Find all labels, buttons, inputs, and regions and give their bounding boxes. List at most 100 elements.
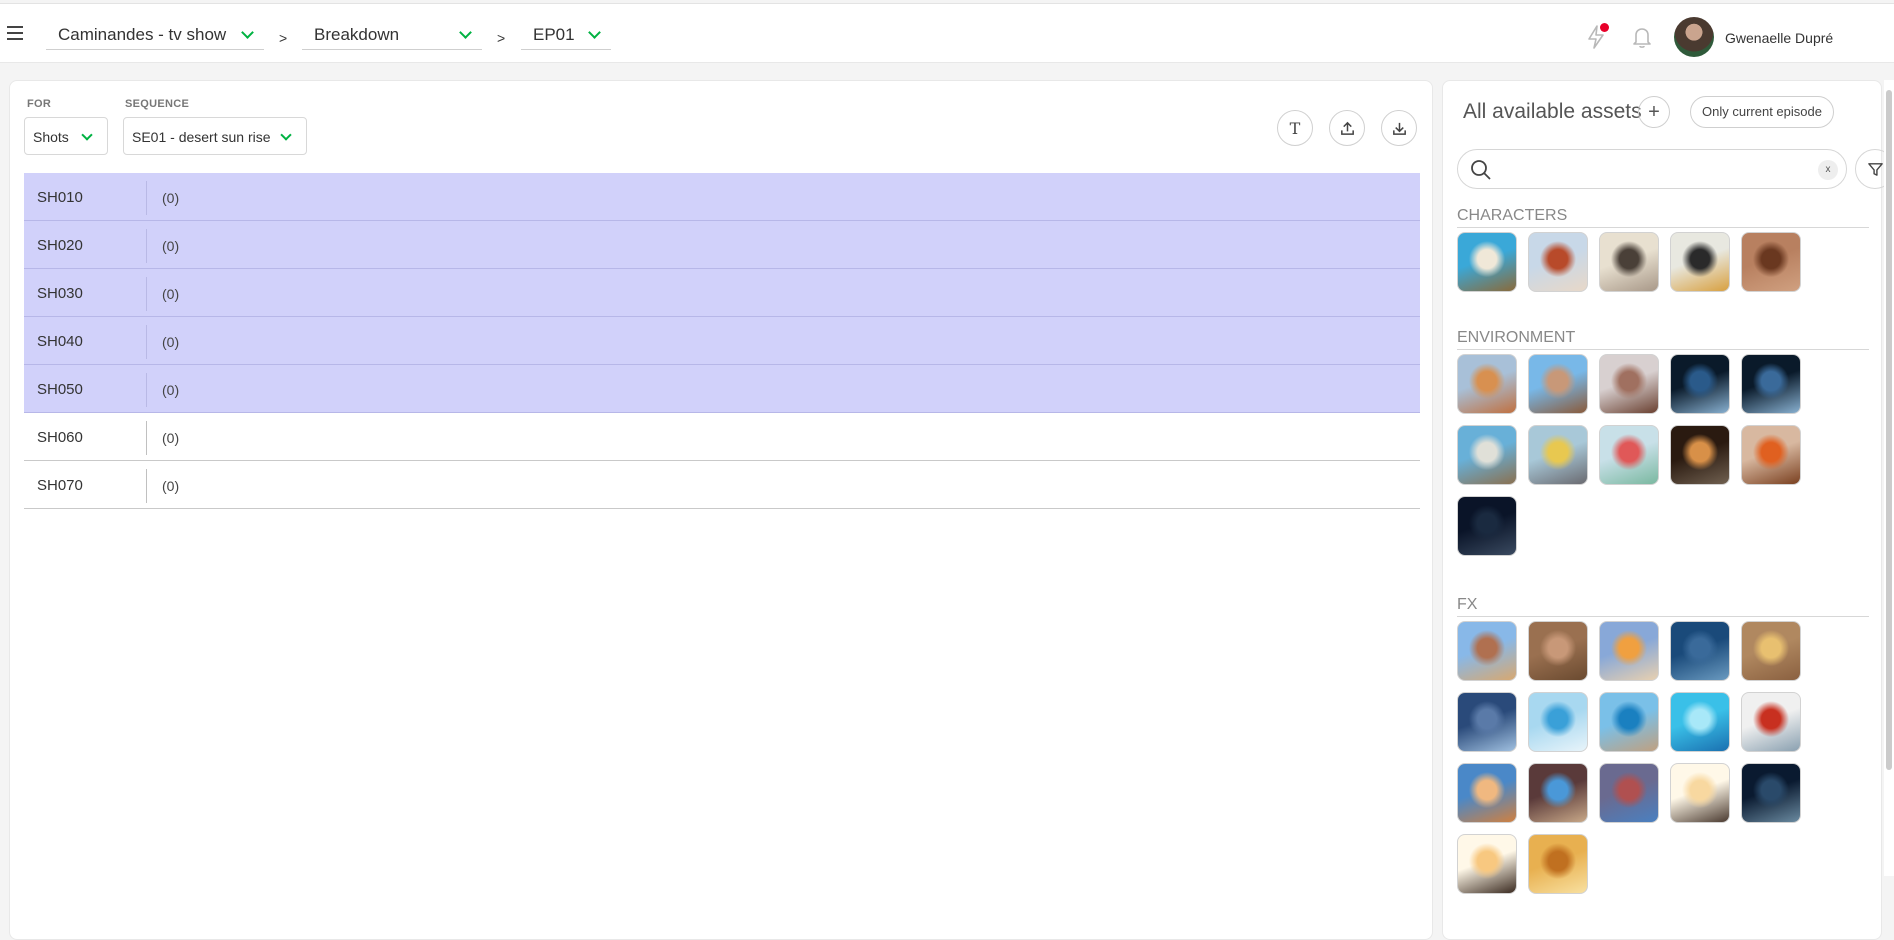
chevron-down-icon (588, 26, 601, 39)
shot-row[interactable]: SH030 (0) (24, 269, 1420, 317)
shot-row[interactable]: SH070 (0) (24, 461, 1420, 509)
assets-panel: All available assets + Only current epis… (1442, 80, 1894, 940)
production-name: Caminandes - tv show (58, 25, 227, 44)
column-divider (146, 277, 147, 311)
asset-thumbnail[interactable] (1599, 354, 1659, 414)
breakdown-panel: FOR Shots SEQUENCE SE01 - desert sun ris… (9, 80, 1433, 940)
shot-row[interactable]: SH010 (0) (24, 173, 1420, 221)
only-current-episode-toggle[interactable]: Only current episode (1690, 96, 1834, 128)
asset-thumbnail[interactable] (1670, 692, 1730, 752)
column-divider (146, 421, 147, 455)
asset-thumbnail[interactable] (1457, 496, 1517, 556)
sequence-value: SE01 - desert sun rise (132, 129, 271, 145)
chevron-down-icon (241, 26, 254, 39)
asset-thumbnail[interactable] (1599, 621, 1659, 681)
section-selector[interactable]: Breakdown (302, 18, 482, 50)
asset-thumbnail[interactable] (1599, 763, 1659, 823)
assets-title: All available assets (1463, 100, 1642, 123)
asset-thumbnail[interactable] (1741, 354, 1801, 414)
asset-thumbnail[interactable] (1457, 354, 1517, 414)
shot-row[interactable]: SH040 (0) (24, 317, 1420, 365)
text-mode-button[interactable]: T (1277, 110, 1313, 146)
asset-thumbnail[interactable] (1741, 763, 1801, 823)
avatar[interactable] (1674, 17, 1714, 57)
asset-thumbnail[interactable] (1457, 834, 1517, 894)
asset-count: (0) (162, 478, 180, 494)
asset-thumbnail[interactable] (1528, 834, 1588, 894)
menu-icon[interactable] (7, 26, 23, 40)
asset-thumbnail[interactable] (1670, 354, 1730, 414)
shot-row[interactable]: SH050 (0) (24, 365, 1420, 413)
column-divider (146, 325, 147, 359)
shot-name: SH050 (37, 381, 83, 398)
asset-thumbnail[interactable] (1528, 232, 1588, 292)
asset-thumbnail[interactable] (1528, 621, 1588, 681)
asset-thumbnail[interactable] (1457, 621, 1517, 681)
asset-thumbnail[interactable] (1599, 425, 1659, 485)
shot-name: SH060 (37, 429, 83, 446)
chevron-down-icon (459, 26, 472, 39)
shot-row[interactable]: SH060 (0) (24, 413, 1420, 461)
column-divider (146, 469, 147, 503)
scrollbar[interactable] (1884, 80, 1894, 876)
episode-name: EP01 (533, 25, 575, 44)
shot-row[interactable]: SH020 (0) (24, 221, 1420, 269)
section-name: Breakdown (314, 25, 400, 44)
for-label: FOR (27, 98, 52, 110)
upload-icon (1340, 121, 1354, 135)
text-icon: T (1289, 118, 1301, 138)
asset-thumbnail[interactable] (1528, 763, 1588, 823)
shot-name: SH020 (37, 237, 83, 254)
breadcrumb-separator: > (497, 30, 506, 46)
asset-count: (0) (162, 430, 180, 446)
top-bar: Caminandes - tv show > Breakdown > EP01 … (0, 3, 1894, 63)
notification-dot (1600, 23, 1609, 32)
upload-button[interactable] (1329, 110, 1365, 146)
asset-thumbnail[interactable] (1457, 692, 1517, 752)
shot-name: SH010 (37, 189, 83, 206)
asset-thumbnail[interactable] (1457, 232, 1517, 292)
user-name[interactable]: Gwenaelle Dupré (1725, 30, 1833, 46)
asset-thumbnail[interactable] (1670, 621, 1730, 681)
chevron-down-icon (81, 129, 93, 141)
shot-name: SH040 (37, 333, 83, 350)
shot-name: SH030 (37, 285, 83, 302)
asset-thumbnail[interactable] (1599, 232, 1659, 292)
asset-thumbnail[interactable] (1528, 354, 1588, 414)
asset-thumbnail[interactable] (1741, 232, 1801, 292)
sequence-select[interactable]: SE01 - desert sun rise (123, 117, 307, 155)
section-title-environment: ENVIRONMENT (1457, 329, 1869, 350)
asset-thumbnail[interactable] (1528, 425, 1588, 485)
episode-selector[interactable]: EP01 (521, 18, 611, 50)
add-asset-button[interactable]: + (1638, 96, 1670, 128)
asset-search-input[interactable]: x (1457, 149, 1847, 189)
chevron-down-icon (280, 129, 292, 141)
bell-icon[interactable] (1630, 24, 1654, 50)
asset-count: (0) (162, 334, 180, 350)
asset-thumbnail[interactable] (1599, 692, 1659, 752)
download-button[interactable] (1381, 110, 1417, 146)
filter-icon (1867, 162, 1883, 176)
column-divider (146, 229, 147, 263)
column-divider (146, 181, 147, 215)
asset-thumbnail[interactable] (1528, 692, 1588, 752)
plus-icon: + (1648, 101, 1660, 123)
asset-thumbnail[interactable] (1670, 425, 1730, 485)
scrollbar-thumb[interactable] (1886, 90, 1892, 770)
breadcrumb-separator: > (279, 30, 288, 46)
for-value: Shots (33, 129, 69, 145)
asset-thumbnail[interactable] (1457, 425, 1517, 485)
asset-thumbnail[interactable] (1741, 692, 1801, 752)
asset-thumbnail[interactable] (1457, 763, 1517, 823)
asset-thumbnail[interactable] (1670, 763, 1730, 823)
asset-thumbnail[interactable] (1741, 425, 1801, 485)
for-select[interactable]: Shots (24, 117, 108, 155)
search-icon (1471, 160, 1491, 180)
asset-thumbnail[interactable] (1670, 232, 1730, 292)
asset-count: (0) (162, 382, 180, 398)
production-selector[interactable]: Caminandes - tv show (46, 18, 264, 50)
download-icon (1392, 122, 1406, 135)
shot-list: SH010 (0) SH020 (0) SH030 (0) SH040 (0) SH050 (0)… (24, 173, 1420, 509)
clear-search-button[interactable]: x (1818, 160, 1838, 180)
asset-thumbnail[interactable] (1741, 621, 1801, 681)
